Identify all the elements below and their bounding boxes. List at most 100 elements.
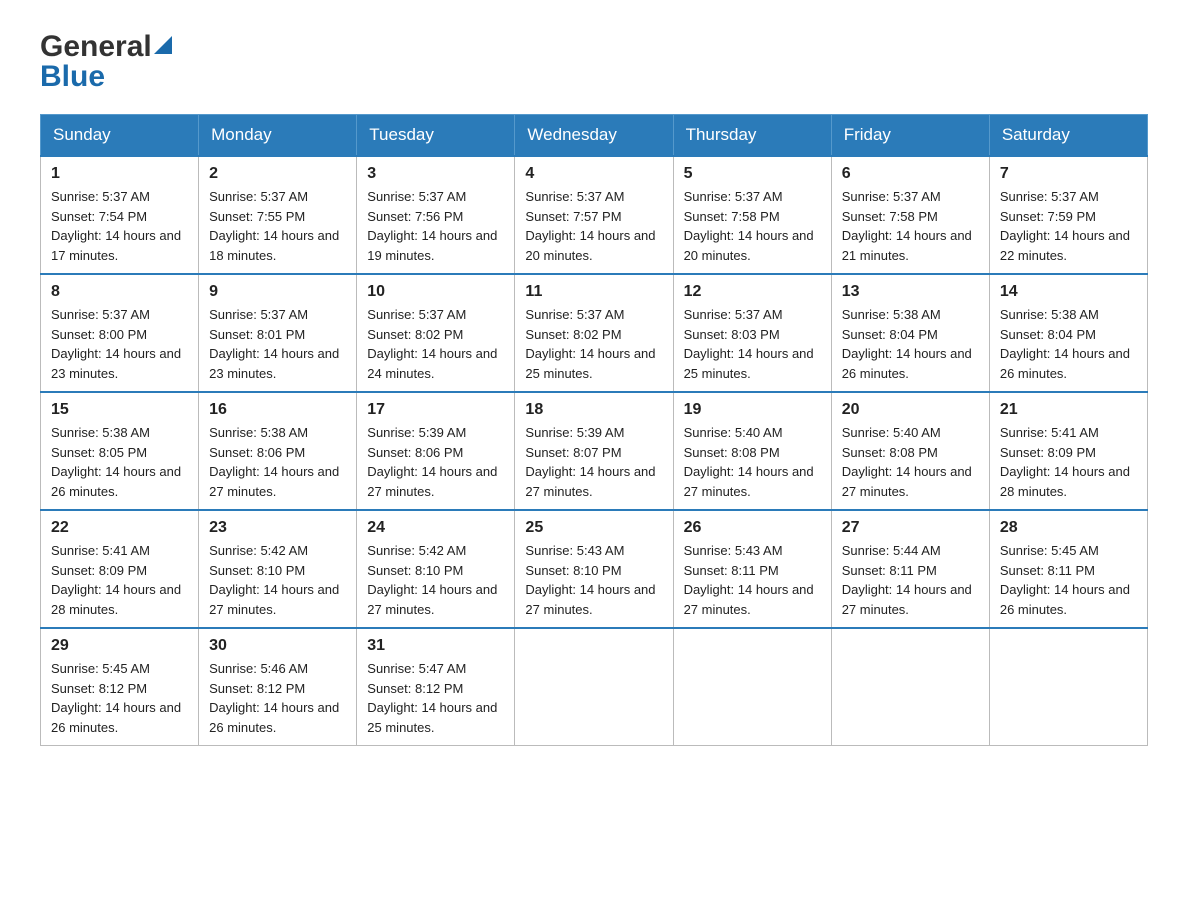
day-number: 25: [525, 519, 662, 537]
day-info: Sunrise: 5:45 AM Sunset: 8:11 PM Dayligh…: [1000, 541, 1137, 619]
day-info: Sunrise: 5:46 AM Sunset: 8:12 PM Dayligh…: [209, 659, 346, 737]
calendar-cell: 21 Sunrise: 5:41 AM Sunset: 8:09 PM Dayl…: [989, 392, 1147, 510]
calendar-cell: 15 Sunrise: 5:38 AM Sunset: 8:05 PM Dayl…: [41, 392, 199, 510]
day-info: Sunrise: 5:38 AM Sunset: 8:04 PM Dayligh…: [842, 305, 979, 383]
logo-area: General Blue: [40, 30, 172, 94]
calendar-cell: 19 Sunrise: 5:40 AM Sunset: 8:08 PM Dayl…: [673, 392, 831, 510]
day-number: 9: [209, 283, 346, 301]
day-info: Sunrise: 5:43 AM Sunset: 8:10 PM Dayligh…: [525, 541, 662, 619]
calendar-cell: 30 Sunrise: 5:46 AM Sunset: 8:12 PM Dayl…: [199, 628, 357, 746]
calendar-cell: 1 Sunrise: 5:37 AM Sunset: 7:54 PM Dayli…: [41, 156, 199, 274]
calendar-cell: 11 Sunrise: 5:37 AM Sunset: 8:02 PM Dayl…: [515, 274, 673, 392]
logo-general-word: General: [40, 30, 152, 64]
day-number: 15: [51, 401, 188, 419]
calendar-cell: 10 Sunrise: 5:37 AM Sunset: 8:02 PM Dayl…: [357, 274, 515, 392]
col-header-monday: Monday: [199, 115, 357, 157]
col-header-saturday: Saturday: [989, 115, 1147, 157]
day-info: Sunrise: 5:37 AM Sunset: 8:02 PM Dayligh…: [525, 305, 662, 383]
col-header-wednesday: Wednesday: [515, 115, 673, 157]
calendar-cell: [515, 628, 673, 746]
calendar-cell: 20 Sunrise: 5:40 AM Sunset: 8:08 PM Dayl…: [831, 392, 989, 510]
day-info: Sunrise: 5:39 AM Sunset: 8:07 PM Dayligh…: [525, 423, 662, 501]
day-number: 22: [51, 519, 188, 537]
day-info: Sunrise: 5:42 AM Sunset: 8:10 PM Dayligh…: [209, 541, 346, 619]
calendar-cell: 31 Sunrise: 5:47 AM Sunset: 8:12 PM Dayl…: [357, 628, 515, 746]
day-number: 26: [684, 519, 821, 537]
calendar-cell: 27 Sunrise: 5:44 AM Sunset: 8:11 PM Dayl…: [831, 510, 989, 628]
day-number: 17: [367, 401, 504, 419]
day-info: Sunrise: 5:37 AM Sunset: 8:03 PM Dayligh…: [684, 305, 821, 383]
day-number: 29: [51, 637, 188, 655]
col-header-sunday: Sunday: [41, 115, 199, 157]
col-header-tuesday: Tuesday: [357, 115, 515, 157]
day-number: 11: [525, 283, 662, 301]
day-number: 21: [1000, 401, 1137, 419]
day-info: Sunrise: 5:38 AM Sunset: 8:05 PM Dayligh…: [51, 423, 188, 501]
day-number: 20: [842, 401, 979, 419]
calendar-cell: 13 Sunrise: 5:38 AM Sunset: 8:04 PM Dayl…: [831, 274, 989, 392]
calendar-cell: [831, 628, 989, 746]
calendar-cell: 3 Sunrise: 5:37 AM Sunset: 7:56 PM Dayli…: [357, 156, 515, 274]
calendar-cell: 2 Sunrise: 5:37 AM Sunset: 7:55 PM Dayli…: [199, 156, 357, 274]
day-number: 3: [367, 165, 504, 183]
calendar-cell: 7 Sunrise: 5:37 AM Sunset: 7:59 PM Dayli…: [989, 156, 1147, 274]
logo-blue-word: Blue: [40, 60, 172, 94]
calendar-table: SundayMondayTuesdayWednesdayThursdayFrid…: [40, 114, 1148, 746]
calendar-cell: 9 Sunrise: 5:37 AM Sunset: 8:01 PM Dayli…: [199, 274, 357, 392]
week-row-1: 1 Sunrise: 5:37 AM Sunset: 7:54 PM Dayli…: [41, 156, 1148, 274]
day-number: 10: [367, 283, 504, 301]
calendar-cell: 22 Sunrise: 5:41 AM Sunset: 8:09 PM Dayl…: [41, 510, 199, 628]
day-info: Sunrise: 5:41 AM Sunset: 8:09 PM Dayligh…: [51, 541, 188, 619]
day-number: 24: [367, 519, 504, 537]
calendar-cell: 26 Sunrise: 5:43 AM Sunset: 8:11 PM Dayl…: [673, 510, 831, 628]
calendar-cell: 16 Sunrise: 5:38 AM Sunset: 8:06 PM Dayl…: [199, 392, 357, 510]
day-number: 19: [684, 401, 821, 419]
calendar-cell: 4 Sunrise: 5:37 AM Sunset: 7:57 PM Dayli…: [515, 156, 673, 274]
calendar-cell: 14 Sunrise: 5:38 AM Sunset: 8:04 PM Dayl…: [989, 274, 1147, 392]
day-number: 7: [1000, 165, 1137, 183]
day-info: Sunrise: 5:39 AM Sunset: 8:06 PM Dayligh…: [367, 423, 504, 501]
day-info: Sunrise: 5:37 AM Sunset: 7:54 PM Dayligh…: [51, 187, 188, 265]
day-info: Sunrise: 5:37 AM Sunset: 7:59 PM Dayligh…: [1000, 187, 1137, 265]
day-info: Sunrise: 5:40 AM Sunset: 8:08 PM Dayligh…: [842, 423, 979, 501]
col-header-thursday: Thursday: [673, 115, 831, 157]
day-number: 28: [1000, 519, 1137, 537]
calendar-cell: 8 Sunrise: 5:37 AM Sunset: 8:00 PM Dayli…: [41, 274, 199, 392]
day-number: 4: [525, 165, 662, 183]
calendar-cell: [673, 628, 831, 746]
day-number: 27: [842, 519, 979, 537]
day-info: Sunrise: 5:37 AM Sunset: 8:02 PM Dayligh…: [367, 305, 504, 383]
calendar-cell: 17 Sunrise: 5:39 AM Sunset: 8:06 PM Dayl…: [357, 392, 515, 510]
logo: General: [40, 30, 172, 64]
day-info: Sunrise: 5:45 AM Sunset: 8:12 PM Dayligh…: [51, 659, 188, 737]
day-number: 14: [1000, 283, 1137, 301]
day-info: Sunrise: 5:37 AM Sunset: 8:00 PM Dayligh…: [51, 305, 188, 383]
calendar-cell: 29 Sunrise: 5:45 AM Sunset: 8:12 PM Dayl…: [41, 628, 199, 746]
day-info: Sunrise: 5:41 AM Sunset: 8:09 PM Dayligh…: [1000, 423, 1137, 501]
day-info: Sunrise: 5:37 AM Sunset: 7:57 PM Dayligh…: [525, 187, 662, 265]
calendar-cell: 5 Sunrise: 5:37 AM Sunset: 7:58 PM Dayli…: [673, 156, 831, 274]
day-info: Sunrise: 5:42 AM Sunset: 8:10 PM Dayligh…: [367, 541, 504, 619]
calendar-cell: [989, 628, 1147, 746]
day-number: 23: [209, 519, 346, 537]
day-number: 8: [51, 283, 188, 301]
calendar-cell: 25 Sunrise: 5:43 AM Sunset: 8:10 PM Dayl…: [515, 510, 673, 628]
calendar-cell: 6 Sunrise: 5:37 AM Sunset: 7:58 PM Dayli…: [831, 156, 989, 274]
header-row: SundayMondayTuesdayWednesdayThursdayFrid…: [41, 115, 1148, 157]
day-info: Sunrise: 5:37 AM Sunset: 8:01 PM Dayligh…: [209, 305, 346, 383]
day-info: Sunrise: 5:38 AM Sunset: 8:04 PM Dayligh…: [1000, 305, 1137, 383]
day-info: Sunrise: 5:44 AM Sunset: 8:11 PM Dayligh…: [842, 541, 979, 619]
day-number: 5: [684, 165, 821, 183]
week-row-2: 8 Sunrise: 5:37 AM Sunset: 8:00 PM Dayli…: [41, 274, 1148, 392]
calendar-cell: 12 Sunrise: 5:37 AM Sunset: 8:03 PM Dayl…: [673, 274, 831, 392]
day-number: 18: [525, 401, 662, 419]
day-info: Sunrise: 5:40 AM Sunset: 8:08 PM Dayligh…: [684, 423, 821, 501]
col-header-friday: Friday: [831, 115, 989, 157]
calendar-cell: 18 Sunrise: 5:39 AM Sunset: 8:07 PM Dayl…: [515, 392, 673, 510]
week-row-3: 15 Sunrise: 5:38 AM Sunset: 8:05 PM Dayl…: [41, 392, 1148, 510]
calendar-cell: 24 Sunrise: 5:42 AM Sunset: 8:10 PM Dayl…: [357, 510, 515, 628]
day-number: 6: [842, 165, 979, 183]
day-number: 2: [209, 165, 346, 183]
page-header: General Blue: [40, 30, 1148, 94]
day-number: 31: [367, 637, 504, 655]
